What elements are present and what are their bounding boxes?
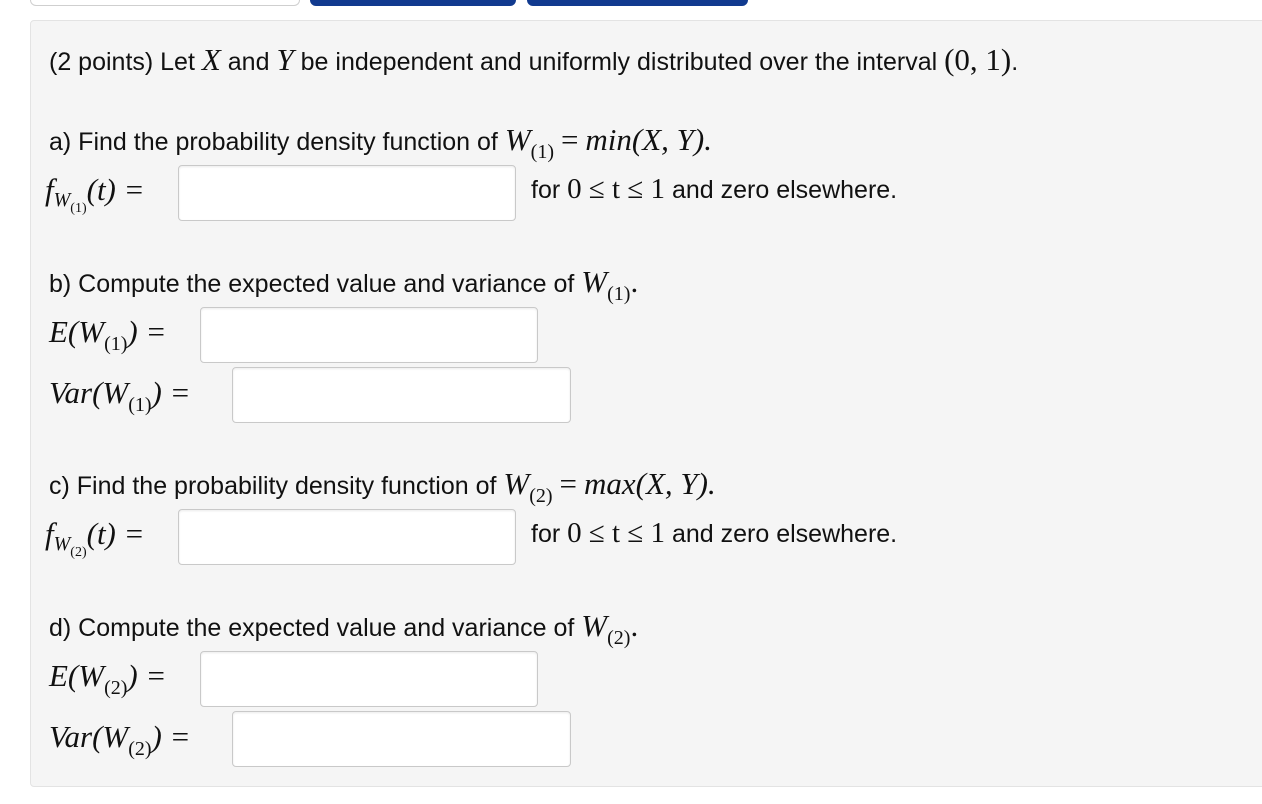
intro-period: . bbox=[1011, 48, 1019, 76]
part-a-answer-label: fW(1)(t) = bbox=[45, 172, 145, 217]
part-c-label-rest: (t) = bbox=[86, 516, 145, 551]
tab-2[interactable] bbox=[310, 0, 516, 6]
part-a-func: min(X, Y). bbox=[585, 122, 712, 157]
part-a-range-math: 0 ≤ t ≤ 1 bbox=[567, 173, 666, 205]
part-b-var-close: ) = bbox=[151, 375, 191, 410]
part-b-prompt: b) Compute the expected value and varian… bbox=[49, 264, 639, 305]
part-c-func: max(X, Y). bbox=[583, 466, 716, 501]
tab-1[interactable] bbox=[30, 0, 300, 6]
part-b-dot: . bbox=[630, 264, 639, 299]
part-d-e-close: ) = bbox=[127, 658, 167, 693]
part-b-e-open: E(W bbox=[49, 314, 105, 349]
part-d-w: W bbox=[581, 608, 608, 643]
part-c-w: W bbox=[503, 466, 530, 501]
part-a-sub: (1) bbox=[530, 141, 554, 163]
part-c-range-math: 0 ≤ t ≤ 1 bbox=[567, 517, 666, 549]
part-d-prompt-text: d) Compute the expected value and varian… bbox=[49, 614, 575, 642]
interval: (0, 1) bbox=[944, 42, 1012, 77]
part-d-var-sub: (2) bbox=[128, 738, 152, 760]
part-a-prompt: a) Find the probability density function… bbox=[49, 122, 712, 163]
part-d-variance-input[interactable] bbox=[232, 711, 571, 767]
part-d-e-sub: (2) bbox=[104, 677, 128, 699]
part-c-prompt-text: c) Find the probability density function… bbox=[49, 472, 497, 500]
part-d-e-open: E(W bbox=[49, 658, 105, 693]
part-a-range: for 0 ≤ t ≤ 1 and zero elsewhere. bbox=[531, 174, 897, 205]
part-b-prompt-text: b) Compute the expected value and varian… bbox=[49, 270, 575, 298]
intro-prefix: (2 points) Let bbox=[49, 48, 195, 76]
part-d-var-close: ) = bbox=[151, 719, 191, 754]
part-a-pdf-input[interactable] bbox=[178, 165, 516, 221]
part-a-label-sub: (1) bbox=[70, 201, 87, 216]
intro-and: and bbox=[227, 48, 270, 76]
part-d-var-open: Var(W bbox=[49, 719, 129, 754]
part-c-label-w: W bbox=[53, 533, 71, 555]
part-a-eq: = bbox=[560, 122, 579, 157]
part-c-eq: = bbox=[559, 466, 578, 501]
part-d-sub: (2) bbox=[607, 627, 631, 649]
part-c-prompt: c) Find the probability density function… bbox=[49, 466, 716, 507]
part-d-prompt: d) Compute the expected value and varian… bbox=[49, 608, 639, 649]
problem-intro: (2 points) Let X and Y be independent an… bbox=[49, 42, 1019, 77]
part-b-w: W bbox=[581, 264, 608, 299]
part-b-expected-input[interactable] bbox=[200, 307, 538, 363]
part-c-range: for 0 ≤ t ≤ 1 and zero elsewhere. bbox=[531, 518, 897, 549]
var-x: X bbox=[201, 42, 221, 77]
part-d-variance-label: Var(W(2)) = bbox=[49, 719, 191, 761]
part-b-expected-label: E(W(1)) = bbox=[49, 314, 167, 356]
part-b-var-sub: (1) bbox=[128, 394, 152, 416]
part-b-variance-input[interactable] bbox=[232, 367, 571, 423]
part-c-label-sub: (2) bbox=[70, 545, 87, 560]
part-a-w: W bbox=[504, 122, 531, 157]
part-b-var-open: Var(W bbox=[49, 375, 129, 410]
part-c-for: for bbox=[531, 520, 561, 548]
part-c-label-f: f bbox=[45, 516, 54, 551]
tab-3[interactable] bbox=[527, 0, 748, 6]
var-y: Y bbox=[276, 42, 294, 77]
part-a-tail: and zero elsewhere. bbox=[671, 176, 898, 204]
part-c-tail: and zero elsewhere. bbox=[671, 520, 898, 548]
part-a-prompt-text: a) Find the probability density function… bbox=[49, 128, 498, 156]
part-a-for: for bbox=[531, 176, 561, 204]
part-d-expected-input[interactable] bbox=[200, 651, 538, 707]
problem-panel: (2 points) Let X and Y be independent an… bbox=[30, 20, 1262, 787]
part-b-e-close: ) = bbox=[127, 314, 167, 349]
part-a-label-f: f bbox=[45, 172, 54, 207]
part-c-answer-label: fW(2)(t) = bbox=[45, 516, 145, 561]
part-a-label-rest: (t) = bbox=[86, 172, 145, 207]
intro-suffix: be independent and uniformly distributed… bbox=[300, 48, 938, 76]
part-a-label-w: W bbox=[53, 189, 71, 211]
part-b-sub: (1) bbox=[607, 283, 631, 305]
part-d-expected-label: E(W(2)) = bbox=[49, 658, 167, 700]
part-c-sub: (2) bbox=[529, 485, 553, 507]
part-b-e-sub: (1) bbox=[104, 333, 128, 355]
part-b-variance-label: Var(W(1)) = bbox=[49, 375, 191, 417]
part-d-dot: . bbox=[630, 608, 639, 643]
part-c-pdf-input[interactable] bbox=[178, 509, 516, 565]
